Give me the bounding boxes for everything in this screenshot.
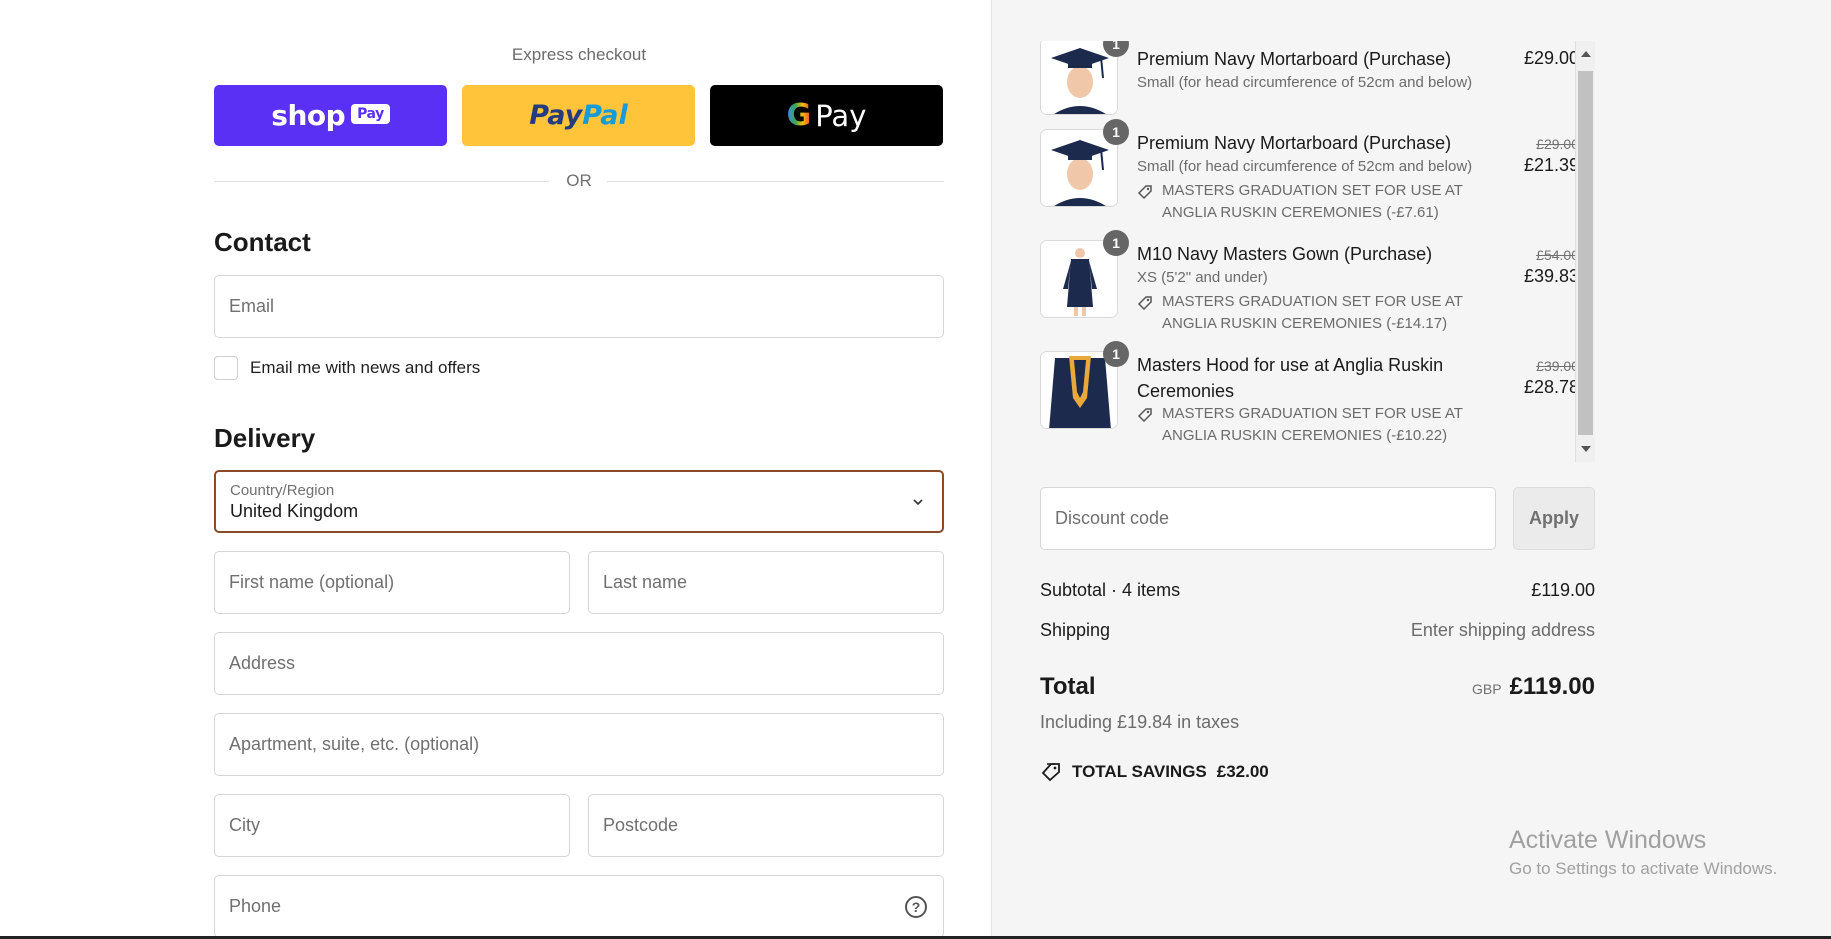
windows-activation-watermark: Activate Windows Go to Settings to activ… xyxy=(1509,826,1777,879)
address-field[interactable]: Address xyxy=(214,632,944,695)
discount-code-placeholder: Discount code xyxy=(1055,508,1170,528)
item-original-price: £54.00 xyxy=(1536,247,1579,263)
tag-icon xyxy=(1137,185,1152,200)
scroll-down-icon[interactable] xyxy=(1581,446,1591,452)
shop-pay-wordmark: shop xyxy=(271,99,346,132)
cart-item: 1 Premium Navy Mortarboard (Purchase) Sm… xyxy=(1039,119,1579,229)
apartment-field[interactable]: Apartment, suite, etc. (optional) xyxy=(214,713,944,776)
scroll-thumb[interactable] xyxy=(1578,71,1593,435)
item-price: £21.39 xyxy=(1523,155,1579,175)
checkout-form-panel: Express checkout shop Pay PayPal G Pay OR… xyxy=(0,0,991,939)
first-name-field[interactable]: First name (optional) xyxy=(214,551,570,614)
or-label: OR xyxy=(566,171,592,190)
item-discount: MASTERS GRADUATION SET FOR USE AT ANGLIA… xyxy=(1137,291,1497,335)
total-currency: GBP xyxy=(1471,681,1502,697)
first-name-placeholder: First name (optional) xyxy=(229,572,395,592)
cart-scrollbar[interactable] xyxy=(1575,41,1595,462)
newsletter-label: Email me with news and offers xyxy=(250,358,481,377)
paypal-logo-part1: Pay xyxy=(529,100,583,131)
item-discount-text: MASTERS GRADUATION SET FOR USE AT ANGLIA… xyxy=(1162,293,1463,332)
apply-discount-button[interactable]: Apply xyxy=(1513,487,1595,550)
checkout-page: Express checkout shop Pay PayPal G Pay OR… xyxy=(0,0,1831,939)
quantity-badge: 1 xyxy=(1103,341,1129,367)
shop-pay-logo: shop Pay xyxy=(271,99,390,132)
watermark-subtitle: Go to Settings to activate Windows. xyxy=(1509,859,1778,878)
shop-pay-button[interactable]: shop Pay xyxy=(214,85,447,146)
shipping-label: Shipping xyxy=(1040,620,1111,640)
address-placeholder: Address xyxy=(229,653,296,673)
paypal-logo: PayPal xyxy=(529,100,628,131)
total-label: Total xyxy=(1040,673,1096,700)
country-select-value: United Kingdom xyxy=(230,500,359,521)
email-placeholder: Email xyxy=(229,296,275,316)
item-variant: XS (5'2" and under) xyxy=(1137,269,1268,286)
subtotal-label: Subtotal · 4 items xyxy=(1040,580,1181,600)
item-name: M10 Navy Masters Gown (Purchase) xyxy=(1137,244,1433,264)
delivery-heading: Delivery xyxy=(214,423,316,453)
google-g-icon: G xyxy=(786,98,812,133)
last-name-field[interactable]: Last name xyxy=(588,551,944,614)
item-variant: Small (for head circumference of 52cm an… xyxy=(1137,74,1473,91)
or-divider: OR xyxy=(214,170,944,192)
phone-placeholder: Phone xyxy=(229,896,282,916)
help-icon[interactable]: ? xyxy=(905,896,927,918)
savings-tag-icon xyxy=(1041,763,1060,782)
cart-item: 1 M10 Navy Masters Gown (Purchase) XS (5… xyxy=(1039,230,1579,340)
item-name: Premium Navy Mortarboard (Purchase) xyxy=(1137,49,1452,69)
google-pay-button[interactable]: G Pay xyxy=(710,85,943,146)
item-discount: MASTERS GRADUATION SET FOR USE AT ANGLIA… xyxy=(1137,180,1497,224)
shipping-row: Shipping Enter shipping address xyxy=(1040,620,1595,641)
newsletter-checkbox[interactable] xyxy=(214,356,238,380)
postcode-placeholder: Postcode xyxy=(603,815,679,835)
item-discount-text: MASTERS GRADUATION SET FOR USE AT ANGLIA… xyxy=(1162,182,1463,221)
newsletter-option: Email me with news and offers xyxy=(214,355,480,381)
total-value: £119.00 xyxy=(1509,673,1595,700)
phone-field[interactable]: Phone ? xyxy=(214,875,944,938)
cart-item: 1 Premium Navy Mortarboard (Purchase) Sm… xyxy=(1039,41,1579,121)
total-row: Total GBP £119.00 xyxy=(1040,673,1595,707)
item-original-price: £29.00 xyxy=(1536,136,1579,152)
tag-icon xyxy=(1137,408,1152,423)
item-price: £39.83 xyxy=(1523,266,1579,286)
item-variant: Small (for head circumference of 52cm an… xyxy=(1137,158,1473,175)
city-field[interactable]: City xyxy=(214,794,570,857)
scroll-up-icon[interactable] xyxy=(1581,51,1591,57)
chevron-down-icon xyxy=(913,499,923,506)
item-price: £28.78 xyxy=(1523,377,1579,397)
item-original-price: £39.00 xyxy=(1536,358,1579,374)
shop-pay-badge: Pay xyxy=(351,104,390,124)
savings-label: TOTAL SAVINGS xyxy=(1072,762,1207,781)
google-pay-logo: G Pay xyxy=(787,98,867,133)
express-checkout-title: Express checkout xyxy=(511,45,647,64)
watermark-title: Activate Windows xyxy=(1509,826,1707,854)
country-select-label: Country/Region xyxy=(230,481,335,499)
city-placeholder: City xyxy=(229,815,260,835)
total-savings: TOTAL SAVINGS £32.00 xyxy=(1040,762,1269,782)
item-discount-text: MASTERS GRADUATION SET FOR USE AT ANGLIA… xyxy=(1162,405,1463,444)
taxes-note: Including £19.84 in taxes xyxy=(1040,712,1240,732)
google-pay-label: Pay xyxy=(815,98,867,133)
discount-code-input[interactable]: Discount code xyxy=(1040,487,1496,550)
shipping-value: Enter shipping address xyxy=(1410,620,1595,640)
tag-icon xyxy=(1137,296,1152,311)
apartment-placeholder: Apartment, suite, etc. (optional) xyxy=(229,734,480,754)
country-select[interactable]: Country/Region United Kingdom xyxy=(214,470,944,533)
quantity-badge: 1 xyxy=(1103,230,1129,256)
item-discount: MASTERS GRADUATION SET FOR USE AT ANGLIA… xyxy=(1137,403,1497,447)
item-name: Premium Navy Mortarboard (Purchase) xyxy=(1137,133,1452,153)
email-field[interactable]: Email xyxy=(214,275,944,338)
quantity-badge: 1 xyxy=(1103,119,1129,145)
subtotal-row: Subtotal · 4 items £119.00 xyxy=(1040,580,1595,601)
paypal-logo-part2: Pal xyxy=(582,100,628,131)
subtotal-value: £119.00 xyxy=(1531,580,1595,600)
item-price: £29.00 xyxy=(1523,48,1579,68)
postcode-field[interactable]: Postcode xyxy=(588,794,944,857)
contact-heading: Contact xyxy=(214,227,311,257)
last-name-placeholder: Last name xyxy=(603,572,688,592)
savings-value: £32.00 xyxy=(1216,762,1269,781)
cart-item: 1 Masters Hood for use at Anglia Ruskin … xyxy=(1039,341,1579,461)
item-name: Masters Hood for use at Anglia Ruskin Ce… xyxy=(1137,355,1444,401)
cart-items-list: 1 Premium Navy Mortarboard (Purchase) Sm… xyxy=(1039,41,1595,462)
paypal-button[interactable]: PayPal xyxy=(462,85,695,146)
